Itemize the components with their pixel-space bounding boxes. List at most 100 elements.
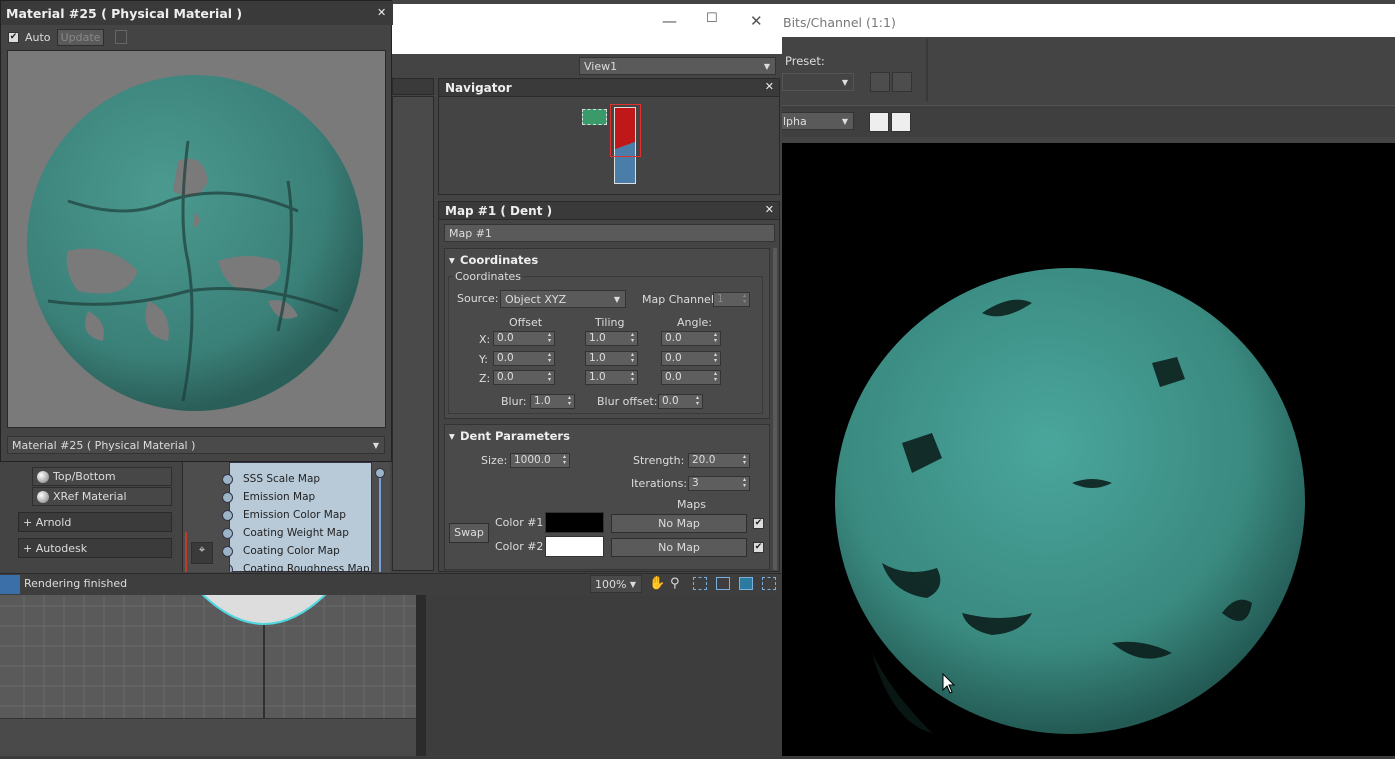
color1-swatch[interactable] — [545, 512, 604, 533]
group-arnold[interactable]: + Arnold — [18, 512, 172, 532]
preview-close-icon[interactable]: ✕ — [377, 6, 386, 19]
update-button[interactable]: Update — [57, 29, 104, 46]
node-slot[interactable]: Coating Color Map — [222, 543, 370, 560]
size-spinner[interactable]: 1000.0 ▴ ▾ — [510, 453, 570, 468]
node-slot[interactable]: Emission Color Map — [222, 507, 370, 524]
offset-y-value: 0.0 — [497, 352, 514, 364]
zoom-region-icon[interactable] — [693, 577, 707, 590]
node-view[interactable]: ⌖ SSS Scale Map Emission Map Emission Co… — [182, 462, 390, 572]
navigator-close-icon[interactable]: ✕ — [765, 80, 774, 93]
map-panel-close-icon[interactable]: ✕ — [765, 203, 774, 216]
slot-label: Coating Roughness Map — [243, 563, 370, 572]
render-frame-window: Bits/Channel (1:1) Preset: ▼ lpha ▼ — [778, 0, 1395, 756]
preset-dropdown[interactable]: ▼ — [782, 73, 854, 91]
pan-hand-icon[interactable]: ✋ — [649, 576, 665, 591]
group-label: + Autodesk — [23, 542, 88, 555]
rollout-collapse-icon[interactable]: ▾ — [449, 253, 455, 267]
channel-dropdown[interactable]: lpha ▼ — [778, 112, 854, 130]
blur-offset-spinner[interactable]: 0.0 ▴ ▾ — [658, 394, 703, 409]
map-channel-spinner[interactable]: 1 ▴ ▾ — [713, 292, 750, 307]
node-slot[interactable]: Coating Roughness Map — [230, 561, 370, 572]
slate-status-bar: Rendering finished 100% ▼ ✋ ⚲ — [0, 573, 782, 595]
node-slot[interactable]: Coating Weight Map — [222, 525, 370, 542]
tiling-x-spinner[interactable]: 1.0 ▴ ▾ — [585, 331, 638, 346]
slot-socket[interactable] — [222, 510, 233, 521]
zoom-magnifier-icon[interactable]: ⚲ — [670, 576, 680, 591]
display-channel-icon[interactable] — [869, 112, 889, 132]
channel-value: lpha — [783, 115, 807, 128]
binoculars-icon[interactable]: ⌖ — [191, 542, 213, 564]
view-canvas[interactable] — [392, 96, 434, 571]
render-setup-icon[interactable] — [892, 72, 912, 92]
swap-button[interactable]: Swap — [449, 523, 489, 543]
offset-y-spinner[interactable]: 0.0 ▴ ▾ — [493, 351, 555, 366]
physical-material-node[interactable]: SSS Scale Map Emission Map Emission Colo… — [222, 462, 372, 572]
iterations-spinner[interactable]: 3 ▴ ▾ — [688, 476, 750, 491]
rollout-collapse-icon[interactable]: ▾ — [449, 429, 455, 443]
node-output-socket[interactable] — [375, 468, 385, 478]
slot-socket[interactable] — [222, 546, 233, 557]
minimize-icon[interactable]: — — [662, 12, 677, 30]
slot-label: Emission Color Map — [243, 509, 346, 521]
source-dropdown[interactable]: Object XYZ ▼ — [500, 290, 626, 308]
map-parameters-panel: Map #1 ( Dent ) ✕ Map #1 ▾ Coordinates C… — [438, 201, 780, 572]
list-item-label: Top/Bottom — [53, 470, 116, 483]
node-slot[interactable]: SSS Scale Map — [222, 471, 370, 488]
material-selector-dropdown[interactable]: Material #25 ( Physical Material ) ▼ — [7, 436, 385, 454]
zoom-dropdown[interactable]: 100% ▼ — [590, 575, 642, 593]
toggle-ui-overlay-icon[interactable] — [891, 112, 911, 132]
render-teapot-icon[interactable] — [0, 575, 20, 594]
tiling-z-spinner[interactable]: 1.0 ▴ ▾ — [585, 370, 638, 385]
offset-z-spinner[interactable]: 0.0 ▴ ▾ — [493, 370, 555, 385]
pin-icon[interactable] — [115, 30, 127, 44]
group-autodesk[interactable]: + Autodesk — [18, 538, 172, 558]
coordinates-rollout-title[interactable]: Coordinates — [460, 253, 538, 267]
strength-spinner[interactable]: 20.0 ▴ ▾ — [688, 453, 750, 468]
render-window-title: Bits/Channel (1:1) — [782, 4, 1395, 37]
coordinates-group-label: Coordinates — [453, 270, 524, 283]
color1-map-button[interactable]: No Map — [611, 514, 747, 533]
map-name-field[interactable]: Map #1 — [444, 224, 775, 242]
zoom-extents-selected-icon[interactable] — [739, 577, 753, 590]
blur-spinner[interactable]: 1.0 ▴ ▾ — [530, 394, 575, 409]
color2-swatch[interactable] — [545, 536, 604, 557]
slot-socket[interactable] — [222, 528, 233, 539]
maximize-icon[interactable]: ☐ — [706, 11, 718, 26]
angle-y-spinner[interactable]: 0.0 ▴ ▾ — [661, 351, 721, 366]
map-channel-label: Map Channel: — [642, 293, 718, 306]
slot-socket[interactable] — [222, 474, 233, 485]
rendered-sphere — [835, 268, 1305, 734]
tiling-z-value: 1.0 — [589, 371, 606, 383]
color2-map-button[interactable]: No Map — [611, 538, 747, 557]
dent-rollout-title[interactable]: Dent Parameters — [460, 429, 570, 443]
viewport-bottom-bar — [0, 718, 416, 756]
grid-lines — [0, 593, 416, 718]
zoom-extents-icon[interactable] — [716, 577, 730, 590]
auto-checkbox[interactable]: ✔ — [8, 32, 19, 43]
list-item[interactable]: Top/Bottom — [32, 467, 172, 486]
fit-selected-icon[interactable] — [762, 577, 776, 590]
offset-x-spinner[interactable]: 0.0 ▴ ▾ — [493, 331, 555, 346]
color2-map-checkbox[interactable]: ✔ — [753, 542, 764, 553]
node-slot[interactable]: Emission Map — [222, 489, 370, 506]
slate-title-bar: — ☐ ✕ — [390, 4, 782, 54]
z-label: Z: — [479, 372, 491, 385]
slot-label: Emission Map — [243, 491, 316, 503]
angle-z-spinner[interactable]: 0.0 ▴ ▾ — [661, 370, 721, 385]
blur-value: 1.0 — [534, 395, 551, 407]
save-preset-icon[interactable] — [870, 72, 890, 92]
tiling-y-spinner[interactable]: 1.0 ▴ ▾ — [585, 351, 638, 366]
angle-x-spinner[interactable]: 0.0 ▴ ▾ — [661, 331, 721, 346]
iterations-label: Iterations: — [631, 477, 688, 490]
slot-socket[interactable] — [222, 492, 233, 503]
list-item[interactable]: XRef Material — [32, 487, 172, 506]
navigator-view-rect[interactable] — [610, 104, 641, 157]
slot-socket[interactable] — [230, 564, 233, 572]
panel-scrollbar[interactable] — [773, 248, 777, 570]
offset-header: Offset — [509, 316, 543, 329]
view-selector[interactable]: View1 ▼ — [579, 57, 776, 75]
strength-label: Strength: — [633, 454, 685, 467]
color1-map-checkbox[interactable]: ✔ — [753, 518, 764, 529]
close-icon[interactable]: ✕ — [750, 12, 763, 30]
angle-x-value: 0.0 — [665, 332, 682, 344]
